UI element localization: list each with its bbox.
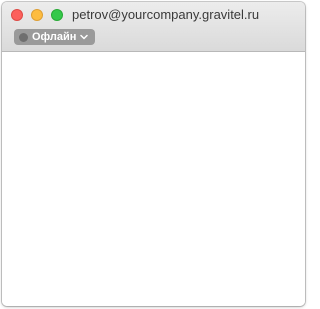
- main-content-area: [2, 52, 305, 306]
- title-bar[interactable]: petrov@yourcompany.gravitel.ru Офлайн: [2, 2, 305, 52]
- minimize-window-button[interactable]: [31, 9, 43, 21]
- app-window: petrov@yourcompany.gravitel.ru Офлайн: [2, 2, 305, 306]
- status-label: Офлайн: [32, 31, 77, 43]
- window-title: petrov@yourcompany.gravitel.ru: [72, 7, 260, 22]
- close-window-button[interactable]: [11, 9, 23, 21]
- chevron-down-icon: [80, 34, 89, 40]
- status-indicator-icon: [19, 32, 28, 42]
- window-controls: [11, 9, 63, 21]
- maximize-window-button[interactable]: [51, 9, 63, 21]
- status-dropdown-button[interactable]: Офлайн: [14, 29, 96, 45]
